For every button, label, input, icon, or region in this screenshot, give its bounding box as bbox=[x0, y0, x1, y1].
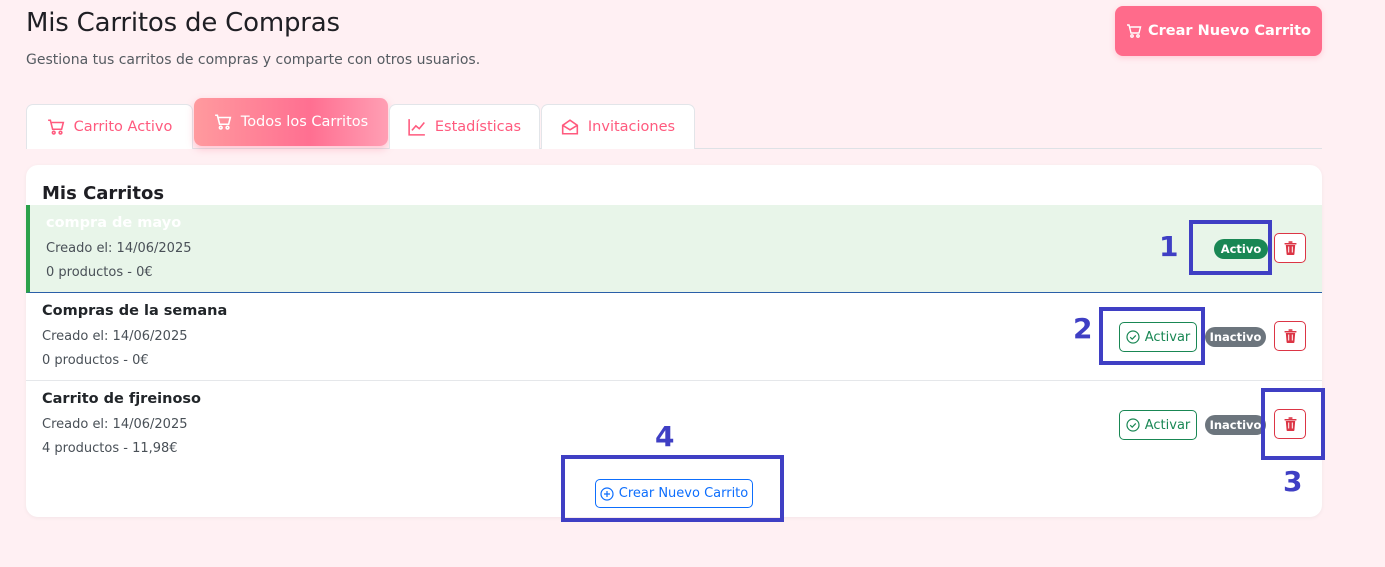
tab-label: Todos los Carritos bbox=[240, 114, 369, 130]
tab-active-cart[interactable]: Carrito Activo bbox=[26, 104, 193, 149]
trash-icon bbox=[1284, 329, 1296, 343]
page-subtitle: Gestiona tus carritos de compras y compa… bbox=[26, 52, 481, 68]
delete-cart-button[interactable] bbox=[1274, 321, 1306, 351]
annotation-number-4: 4 bbox=[655, 420, 675, 453]
status-badge-inactive: Inactivo bbox=[1205, 327, 1266, 347]
annotation-box-2 bbox=[1099, 307, 1205, 365]
annotation-number-2: 2 bbox=[1073, 312, 1093, 345]
tab-label: Carrito Activo bbox=[73, 119, 173, 135]
annotation-box-3 bbox=[1261, 388, 1325, 460]
annotation-number-1: 1 bbox=[1159, 230, 1179, 263]
envelope-icon bbox=[561, 119, 579, 135]
cart-summary: 0 productos - 0€ bbox=[42, 353, 149, 368]
cart-summary: 4 productos - 11,98€ bbox=[42, 441, 178, 456]
annotation-number-3: 3 bbox=[1283, 465, 1303, 498]
page-title: Mis Carritos de Compras bbox=[26, 8, 340, 38]
cart-created-date: Creado el: 14/06/2025 bbox=[46, 241, 192, 256]
cart-created-date: Creado el: 14/06/2025 bbox=[42, 329, 188, 344]
tab-bar: Carrito Activo Todos los Carritos Estadí… bbox=[26, 98, 1322, 149]
chart-line-icon bbox=[408, 119, 425, 136]
delete-cart-button[interactable] bbox=[1274, 233, 1306, 263]
annotation-box-4 bbox=[561, 455, 784, 522]
cart-name: compra de mayo bbox=[46, 215, 182, 231]
tab-label: Estadísticas bbox=[434, 119, 522, 135]
header-create-cart-label: Crear Nuevo Carrito bbox=[1148, 23, 1311, 39]
cart-row-active[interactable]: compra de mayo Creado el: 14/06/2025 0 p… bbox=[26, 205, 1322, 293]
cart-created-date: Creado el: 14/06/2025 bbox=[42, 417, 188, 432]
cart-summary: 0 productos - 0€ bbox=[46, 265, 153, 280]
tab-label: Invitaciones bbox=[587, 119, 676, 135]
tab-all-carts[interactable]: Todos los Carritos bbox=[194, 98, 388, 146]
cart-icon bbox=[47, 119, 64, 135]
header-create-cart-button[interactable]: Crear Nuevo Carrito bbox=[1115, 6, 1322, 56]
activate-label: Activar bbox=[1144, 417, 1191, 433]
card-title: Mis Carritos bbox=[42, 183, 165, 204]
cart-icon bbox=[1127, 24, 1142, 38]
activate-cart-button[interactable]: Activar bbox=[1119, 410, 1197, 440]
tab-statistics[interactable]: Estadísticas bbox=[389, 104, 540, 149]
cart-icon bbox=[214, 114, 232, 130]
status-badge-inactive: Inactivo bbox=[1205, 415, 1266, 435]
check-circle-icon bbox=[1126, 418, 1140, 432]
cart-name: Compras de la semana bbox=[42, 303, 228, 319]
tab-invitations[interactable]: Invitaciones bbox=[541, 104, 695, 149]
trash-icon bbox=[1284, 241, 1296, 255]
cart-name: Carrito de fjreinoso bbox=[42, 391, 202, 407]
annotation-box-1 bbox=[1189, 220, 1272, 275]
